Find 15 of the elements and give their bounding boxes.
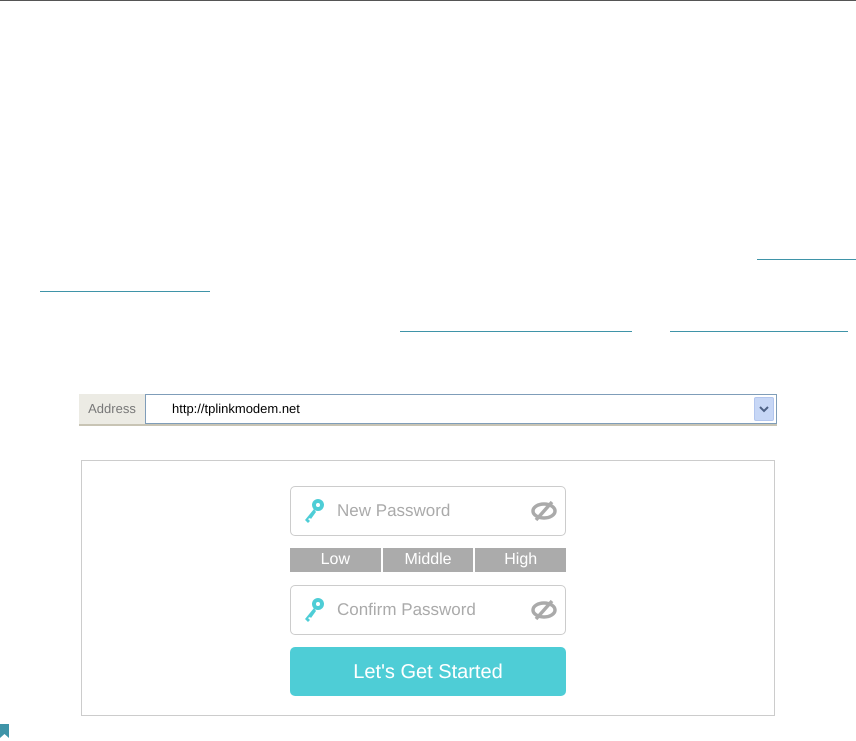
address-label: Address: [79, 394, 145, 424]
strength-segment: Middle: [382, 548, 474, 572]
chevron-down-icon: [759, 406, 769, 412]
password-box[interactable]: New Password: [290, 486, 566, 536]
strength-segment: Low: [290, 548, 381, 572]
strength-segment: High: [475, 548, 566, 572]
url-text: http://tplinkmodem.net: [172, 400, 300, 418]
bookmark-icon: [0, 724, 9, 738]
key-icon: [303, 597, 325, 623]
hidden-eye-icon[interactable]: [531, 599, 557, 621]
hidden-eye-icon[interactable]: [531, 500, 557, 522]
dropdown-button[interactable]: [754, 397, 774, 421]
password-box[interactable]: Confirm Password: [290, 585, 566, 635]
address-field[interactable]: http://tplinkmodem.net: [145, 394, 777, 424]
key-icon: [303, 498, 325, 524]
